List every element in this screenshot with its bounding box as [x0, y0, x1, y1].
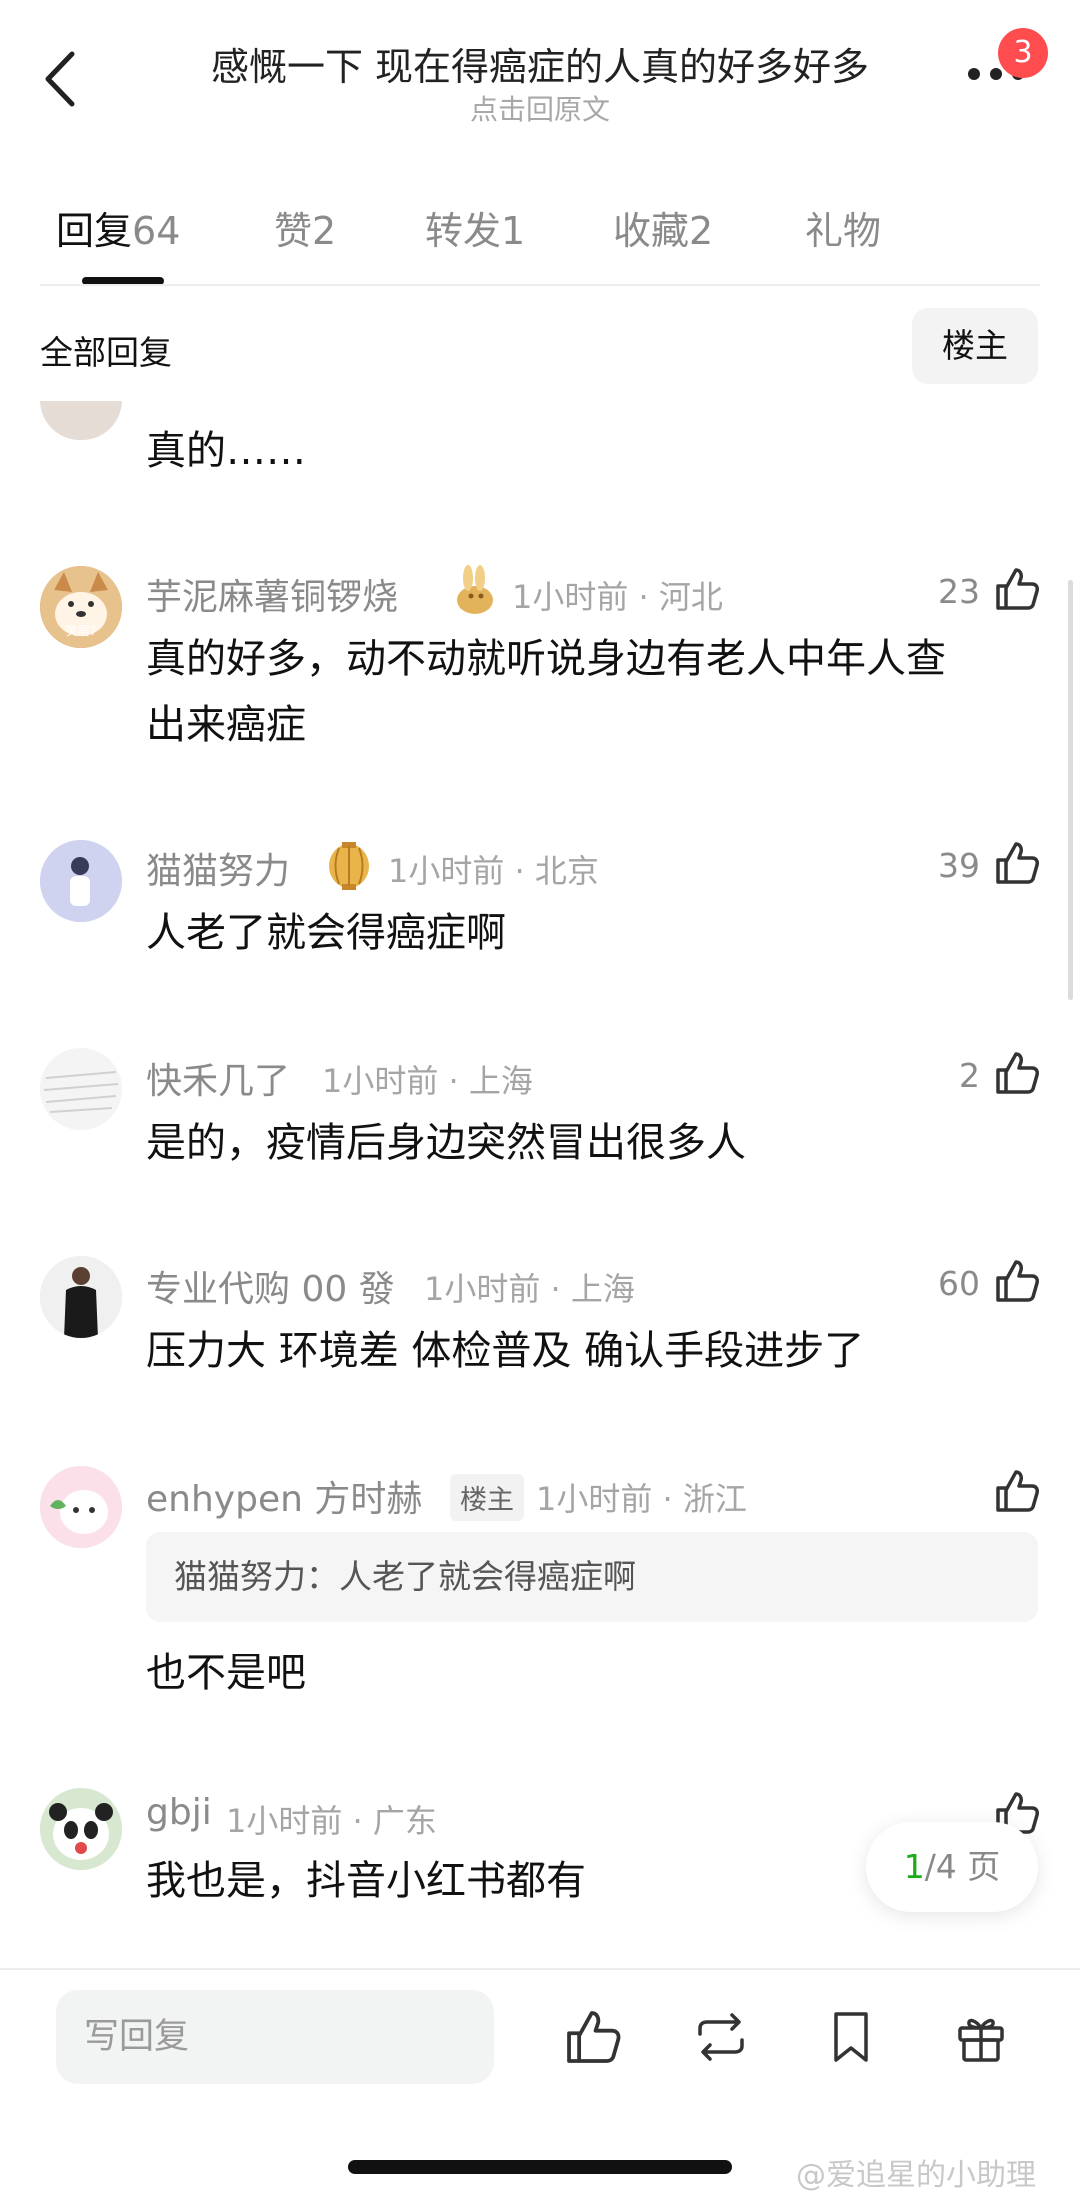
thumbs-up-icon[interactable] — [994, 1258, 1040, 1304]
comment-body: 人老了就会得癌症啊 — [146, 910, 506, 956]
thumbs-up-icon — [567, 2011, 621, 2063]
username[interactable]: gbji — [146, 1792, 212, 1833]
username[interactable]: 专业代购 00 發 — [146, 1260, 395, 1312]
watermark: @爱追星的小助理 — [796, 2158, 1036, 2193]
current-page: 1 — [903, 1847, 925, 1886]
like-count: 2 — [959, 1056, 980, 1095]
comment-meta: 1小时前 · 上海 — [424, 1270, 635, 1308]
tab-label: 收藏 — [613, 209, 690, 253]
avatar-image — [40, 1256, 122, 1338]
username[interactable]: enhypen 方时赫 — [146, 1470, 422, 1522]
comment-body: 我也是，抖音小红书都有 — [146, 1858, 586, 1904]
home-indicator[interactable] — [348, 2160, 732, 2174]
tab-likes[interactable]: 赞2 — [274, 200, 336, 255]
like-post-button[interactable] — [564, 2008, 622, 2066]
avatar-image — [40, 840, 122, 922]
avatar-image — [40, 1466, 122, 1548]
comment-body: 是的，疫情后身边突然冒出很多人 — [146, 1120, 746, 1166]
repost-button[interactable] — [692, 2008, 750, 2066]
tab-label: 礼物 — [805, 209, 882, 253]
comment-meta: 1小时前 · 河北 — [512, 578, 723, 616]
tab-replies[interactable]: 回复64 — [56, 200, 180, 255]
tab-gifts[interactable]: 礼物 — [805, 200, 881, 255]
comment-meta: 1小时前 · 北京 — [388, 852, 599, 890]
username[interactable]: 芋泥麻薯铜锣烧 — [146, 568, 398, 620]
rabbit-badge-icon — [448, 564, 502, 618]
post-title[interactable]: 感慨一下 现在得癌症的人真的好多好多 — [0, 36, 1080, 91]
op-tag: 楼主 — [450, 1474, 524, 1521]
comment-body: 真的…… — [146, 428, 306, 474]
like-count: 60 — [938, 1264, 980, 1303]
gift-button[interactable] — [952, 2008, 1010, 2066]
tab-reposts[interactable]: 转发1 — [425, 200, 525, 255]
tab-count: 2 — [689, 209, 714, 253]
page-indicator[interactable]: 1/4 页 — [866, 1822, 1038, 1912]
like-count: 39 — [938, 846, 980, 885]
tab-count: 64 — [132, 209, 181, 253]
comment-body: 也不是吧 — [146, 1650, 306, 1696]
lantern-badge-icon — [322, 838, 376, 892]
avatar-image — [40, 1048, 122, 1130]
thumbs-up-icon[interactable] — [994, 566, 1040, 612]
view-original-link[interactable]: 点击回原文 — [0, 88, 1080, 128]
tab-label: 回复 — [56, 209, 133, 253]
avatar[interactable] — [40, 840, 122, 922]
comment-body-line: 出来癌症 — [146, 702, 306, 748]
tab-label: 转发 — [425, 209, 502, 253]
comment-meta: 1小时前 · 浙江 — [536, 1480, 747, 1518]
quoted-comment[interactable]: 猫猫努力：人老了就会得癌症啊 — [146, 1532, 1038, 1622]
avatar-caption: 笑居? — [65, 624, 97, 638]
tab-favorites[interactable]: 收藏2 — [613, 200, 713, 255]
tab-count: 2 — [312, 209, 337, 253]
username[interactable]: 快禾几了 — [146, 1052, 290, 1104]
avatar[interactable] — [40, 1256, 122, 1338]
avatar[interactable] — [40, 1048, 122, 1130]
reply-input[interactable] — [56, 1990, 494, 2084]
bottom-bar-divider — [0, 1968, 1080, 1970]
thumbs-up-icon[interactable] — [994, 840, 1040, 886]
tab-label: 赞 — [274, 209, 313, 253]
like-count: 23 — [938, 572, 980, 611]
repost-icon — [698, 2013, 744, 2061]
username[interactable]: 猫猫努力 — [146, 842, 290, 894]
op-only-filter-button[interactable]: 楼主 — [912, 308, 1038, 384]
panda-avatar-image — [40, 1788, 122, 1870]
notification-badge: 3 — [998, 28, 1048, 78]
bookmark-icon — [834, 2012, 868, 2062]
comment-meta: 1小时前 · 广东 — [226, 1802, 437, 1840]
total-pages: /4 页 — [924, 1847, 1001, 1886]
scrollbar[interactable] — [1068, 580, 1073, 1000]
comment-body-line: 真的好多，动不动就听说身边有老人中年人查 — [146, 636, 946, 682]
section-title: 全部回复 — [40, 333, 172, 372]
comment-meta: 1小时前 · 上海 — [322, 1062, 533, 1100]
comment-body: 压力大 环境差 体检普及 确认手段进步了 — [146, 1328, 865, 1374]
gift-icon — [958, 2018, 1004, 2062]
bookmark-button[interactable] — [822, 2008, 880, 2066]
avatar[interactable] — [40, 1466, 122, 1548]
tab-divider — [40, 284, 1040, 286]
tab-count: 1 — [501, 209, 526, 253]
thumbs-up-icon[interactable] — [994, 1050, 1040, 1096]
avatar[interactable] — [40, 1788, 122, 1870]
thumbs-up-icon[interactable] — [994, 1468, 1040, 1514]
avatar[interactable]: 笑居? — [40, 566, 122, 648]
